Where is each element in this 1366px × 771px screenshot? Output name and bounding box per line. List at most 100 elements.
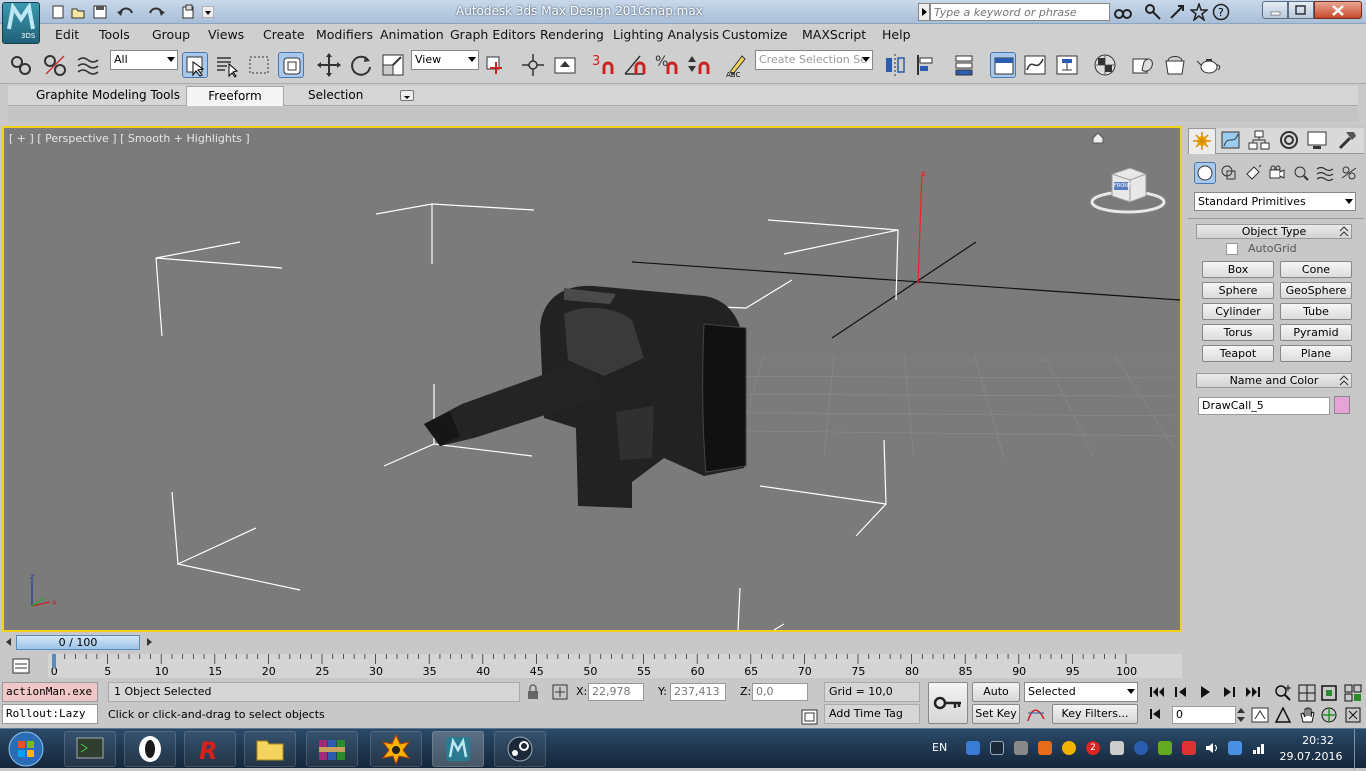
task-app-red-r[interactable]: R xyxy=(184,731,236,767)
cylinder-button[interactable]: Cylinder xyxy=(1202,303,1274,320)
menu-item-help[interactable]: Help xyxy=(882,27,911,42)
selection-filter-select[interactable]: All xyxy=(110,50,178,70)
menu-item-customize[interactable]: Customize xyxy=(722,27,788,42)
space-warps-category-icon[interactable] xyxy=(1316,164,1334,182)
zoom-extents-all-icon[interactable] xyxy=(1344,684,1362,702)
volume-icon[interactable] xyxy=(1204,741,1220,755)
reference-coordinate-select[interactable]: View xyxy=(411,50,479,70)
mirror-button[interactable] xyxy=(882,52,908,78)
viewcube[interactable]: FRONT xyxy=(1090,162,1166,216)
graphite-ribbon-toggle-button[interactable] xyxy=(990,52,1016,78)
tab-motion[interactable] xyxy=(1276,128,1304,154)
select-and-manipulate-button[interactable] xyxy=(520,52,546,78)
open-folder-icon[interactable] xyxy=(70,4,86,20)
undo-icon[interactable] xyxy=(116,4,138,20)
selection-lock-icon[interactable] xyxy=(526,684,540,700)
task-app-3dsmax[interactable] xyxy=(432,731,484,767)
curve-editor-button[interactable] xyxy=(1022,52,1048,78)
menu-item-lighting-analysis[interactable]: Lighting Analysis xyxy=(613,27,719,42)
tray-dim-app-icon[interactable] xyxy=(1110,741,1124,755)
tray-lightning-icon[interactable] xyxy=(1134,741,1148,755)
auto-key-button[interactable]: Auto Key xyxy=(972,682,1020,716)
current-frame-field[interactable]: 0 xyxy=(1172,706,1236,724)
render-production-button[interactable] xyxy=(1196,52,1222,78)
key-mode-toggle-icon[interactable] xyxy=(1148,706,1166,722)
select-and-rotate-button[interactable] xyxy=(348,52,374,78)
task-app-winrar[interactable] xyxy=(306,731,358,767)
use-pivot-center-button[interactable] xyxy=(482,52,508,78)
y-coordinate-field[interactable]: 237,413 xyxy=(670,683,726,701)
snaps-toggle-button[interactable]: 3 xyxy=(590,52,620,78)
geosphere-button[interactable]: GeoSphere xyxy=(1280,282,1352,299)
object-name-field[interactable]: DrawCall_5 xyxy=(1198,397,1330,415)
time-slider-left-arrow[interactable] xyxy=(4,636,14,648)
tray-steam-icon[interactable] xyxy=(990,741,1004,755)
play-icon[interactable] xyxy=(1196,684,1214,700)
bind-space-warp-button[interactable] xyxy=(76,52,102,78)
task-app-explorer[interactable] xyxy=(244,731,296,767)
clock-time[interactable]: 20:32 xyxy=(1290,734,1346,747)
menu-item-tools[interactable]: Tools xyxy=(99,27,130,42)
object-color-swatch[interactable] xyxy=(1334,396,1350,414)
subscription-key-icon[interactable] xyxy=(1144,3,1162,21)
zoom-all-icon[interactable] xyxy=(1298,684,1316,702)
ribbon-minimize-button[interactable] xyxy=(400,90,414,101)
tray-network-share-icon[interactable] xyxy=(966,741,980,755)
zoom-icon[interactable] xyxy=(1274,684,1292,702)
menu-item-edit[interactable]: Edit xyxy=(55,27,79,42)
window-crossing-button[interactable] xyxy=(278,52,304,78)
time-slider-thumb[interactable]: 0 / 100 xyxy=(16,635,140,650)
ribbon-tab-selection[interactable]: Selection xyxy=(308,88,363,102)
binoculars-icon[interactable] xyxy=(1114,4,1132,20)
redo-icon[interactable] xyxy=(146,4,168,20)
start-button[interactable] xyxy=(6,730,46,768)
tab-create[interactable] xyxy=(1188,128,1216,154)
shapes-category-icon[interactable] xyxy=(1220,164,1238,182)
cameras-category-icon[interactable] xyxy=(1268,164,1286,182)
select-and-move-button[interactable] xyxy=(316,52,342,78)
maxscript-listener-output[interactable]: actionMan.exe xyxy=(2,682,98,702)
rendered-frame-window-button[interactable] xyxy=(1162,52,1188,78)
orbit-icon[interactable] xyxy=(1320,706,1338,724)
plane-button[interactable]: Plane xyxy=(1280,345,1352,362)
zoom-extents-icon[interactable] xyxy=(1320,684,1338,702)
select-by-name-button[interactable] xyxy=(214,52,240,78)
helpers-category-icon[interactable] xyxy=(1292,164,1310,182)
create-subcategory-select[interactable]: Standard Primitives xyxy=(1194,192,1356,211)
tray-shield-icon[interactable] xyxy=(1014,741,1028,755)
menu-item-group[interactable]: Group xyxy=(152,27,190,42)
frame-spinner-icon[interactable] xyxy=(1236,706,1246,724)
tray-alert-icon[interactable] xyxy=(1182,741,1196,755)
ribbon-tab-freeform[interactable]: Freeform xyxy=(186,86,284,106)
task-app-opera[interactable] xyxy=(124,731,176,767)
tray-yellow-app-icon[interactable] xyxy=(1062,741,1076,755)
tab-hierarchy[interactable] xyxy=(1246,128,1274,154)
name-color-rollout-header[interactable]: Name and Color xyxy=(1196,373,1352,388)
select-and-link-button[interactable] xyxy=(8,52,34,78)
tray-orange-app-icon[interactable] xyxy=(1038,741,1052,755)
default-tangent-icon[interactable] xyxy=(1026,705,1046,723)
language-indicator[interactable]: EN xyxy=(932,741,947,754)
pyramid-button[interactable]: Pyramid xyxy=(1280,324,1352,341)
geometry-category-button[interactable] xyxy=(1194,162,1216,184)
restore-button[interactable] xyxy=(1288,1,1314,19)
open-mini-curve-editor-button[interactable] xyxy=(10,656,34,676)
go-to-start-icon[interactable] xyxy=(1148,684,1166,700)
show-desktop-button[interactable] xyxy=(1354,729,1366,769)
key-filters-button[interactable]: Key Filters... xyxy=(1052,704,1138,724)
autogrid-checkbox[interactable] xyxy=(1226,243,1238,255)
menu-item-views[interactable]: Views xyxy=(208,27,244,42)
save-icon[interactable] xyxy=(92,4,108,20)
search-input[interactable] xyxy=(930,3,1110,21)
select-object-button[interactable] xyxy=(182,52,208,78)
go-to-end-icon[interactable] xyxy=(1244,684,1262,700)
lights-category-icon[interactable] xyxy=(1244,164,1262,182)
add-time-tag-icon-button[interactable] xyxy=(800,708,820,726)
field-of-view-icon[interactable] xyxy=(1274,706,1292,724)
menu-item-graph-editors[interactable]: Graph Editors xyxy=(450,27,536,42)
schematic-view-button[interactable] xyxy=(1054,52,1080,78)
keyboard-shortcut-override-button[interactable] xyxy=(552,52,578,78)
project-folder-icon[interactable] xyxy=(180,4,198,20)
info-center-arrow[interactable] xyxy=(918,3,930,21)
torus-button[interactable]: Torus xyxy=(1202,324,1274,341)
